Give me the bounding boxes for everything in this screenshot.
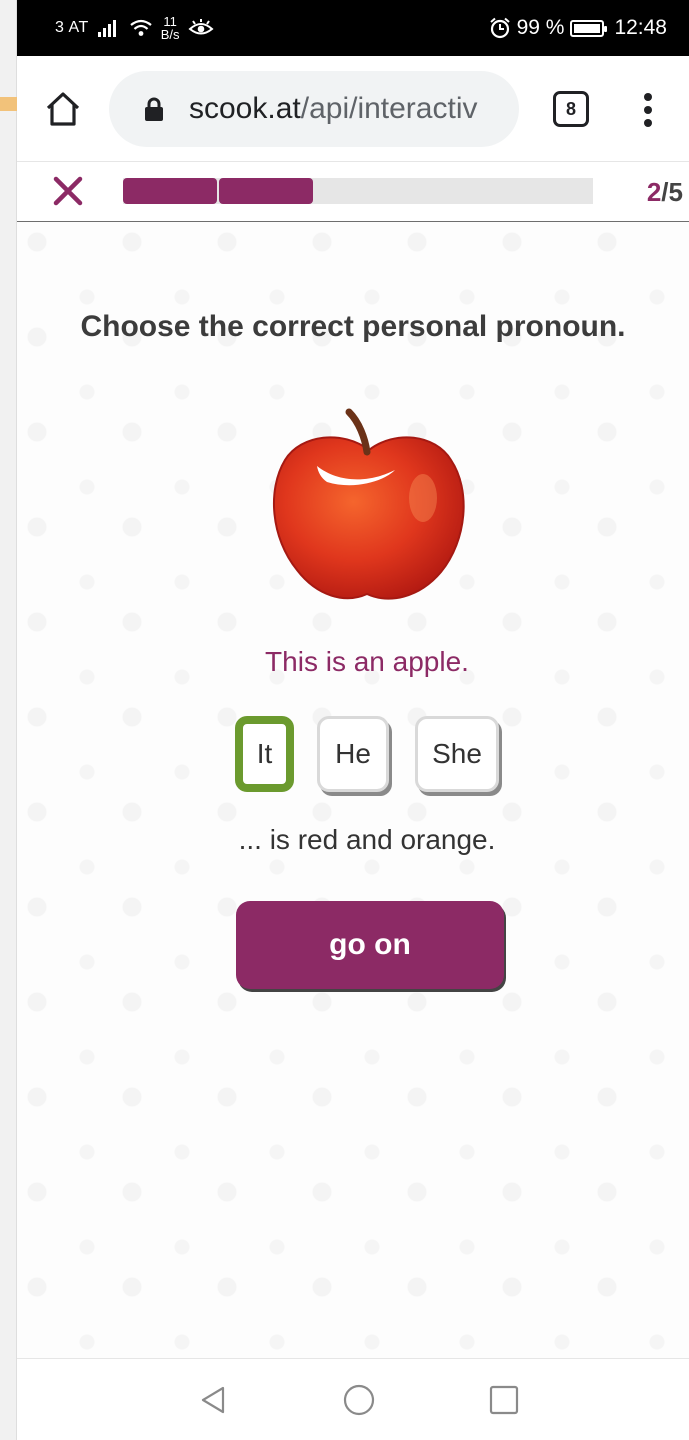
sentence-text: This is an apple. xyxy=(265,646,469,677)
go-on-button[interactable]: go on xyxy=(236,901,504,989)
back-icon[interactable] xyxy=(197,1383,231,1417)
system-nav-bar xyxy=(17,1358,689,1440)
data-rate-unit: B/s xyxy=(160,27,180,42)
home-icon[interactable] xyxy=(43,89,83,129)
battery-icon xyxy=(570,19,608,37)
progress-segment xyxy=(219,178,313,204)
quiz-header: 2/5 xyxy=(17,162,689,222)
status-bar: 3 AT 11 B/s 99 % 12:48 xyxy=(17,0,689,56)
continuation-text: ... is red and orange. xyxy=(238,824,496,855)
status-left: 3 AT 11 B/s xyxy=(55,0,214,56)
tab-count: 8 xyxy=(565,99,576,119)
progress-segment xyxy=(123,178,217,204)
recents-icon[interactable] xyxy=(487,1383,521,1417)
address-bar[interactable]: scook.at/api/interactiv xyxy=(109,71,519,147)
clock: 12:48 xyxy=(614,16,667,39)
lock-icon xyxy=(145,97,163,121)
battery-percent: 99 % xyxy=(516,16,565,39)
url-text: scook.at/api/interactiv xyxy=(189,71,477,147)
progress-counter: 2/5 xyxy=(647,162,683,222)
phone-screen: 3 AT 11 B/s 99 % 12:48 scook.at/api/inte… xyxy=(17,0,689,1440)
option-label: He xyxy=(335,738,371,769)
progress-current: 2 xyxy=(646,177,662,207)
option-label: She xyxy=(432,738,482,769)
close-icon[interactable] xyxy=(51,174,85,208)
progress-total: 5 xyxy=(668,177,683,207)
apple-image xyxy=(272,408,465,600)
option-label: It xyxy=(256,738,273,769)
home-circle-icon[interactable] xyxy=(342,1383,376,1417)
question-title: Choose the correct personal pronoun. xyxy=(80,310,626,343)
option-she-button[interactable]: She xyxy=(415,716,499,792)
previous-page-edge xyxy=(0,0,17,1440)
eye-icon xyxy=(187,19,214,35)
edge-marker xyxy=(0,97,17,111)
wifi-icon xyxy=(130,19,152,36)
progress-separator: / xyxy=(661,177,669,207)
tabs-icon[interactable]: 8 xyxy=(553,91,589,127)
progress-bar xyxy=(123,178,593,204)
option-he-button[interactable]: He xyxy=(317,716,389,792)
pronoun-options: It He She xyxy=(17,716,689,796)
status-right: 99 % 12:48 xyxy=(489,0,667,56)
carrier-label: 3 AT xyxy=(55,19,89,36)
url-domain: scook.at xyxy=(189,92,301,125)
browser-toolbar: scook.at/api/interactiv 8 xyxy=(17,56,689,162)
data-rate: 11 B/s xyxy=(161,15,180,41)
alarm-icon xyxy=(489,17,510,39)
option-it-button[interactable]: It xyxy=(235,716,294,792)
overflow-menu-icon[interactable] xyxy=(633,90,663,130)
url-path: /api/interactiv xyxy=(300,92,478,125)
signal-icon xyxy=(97,20,116,37)
exercise-area: Choose the correct personal pronoun. Thi… xyxy=(17,222,689,1358)
